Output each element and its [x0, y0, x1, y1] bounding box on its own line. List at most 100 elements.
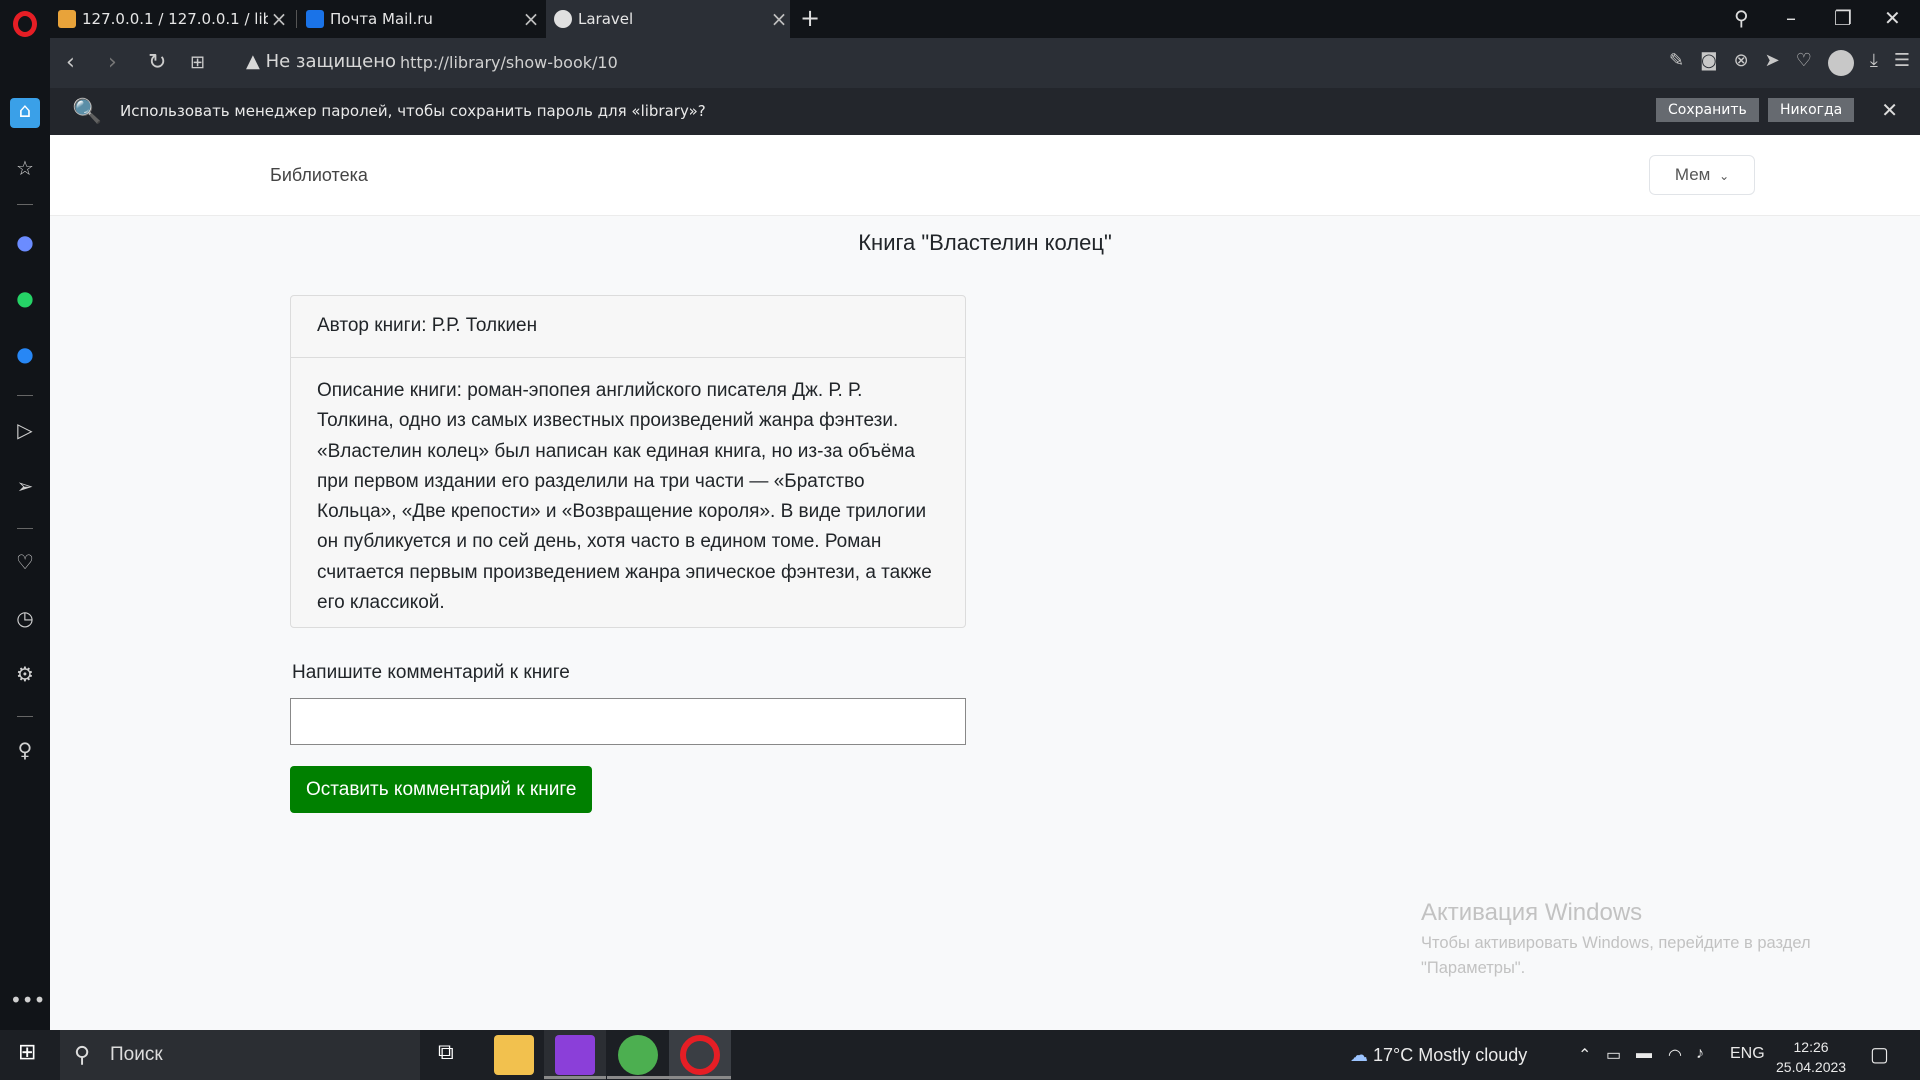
gear-icon[interactable]: ⚙ [10, 662, 40, 686]
search-tabs-icon[interactable]: ⚲ [1734, 6, 1749, 30]
address-bar: ‹ › ↻ ⊞ ▲ Не защищено http://library/sho… [50, 38, 1920, 88]
task-view-icon[interactable]: ⧉ [438, 1040, 454, 1065]
opera-logo-icon[interactable] [13, 11, 37, 37]
tab-mail[interactable]: Почта Mail.ru × [298, 0, 542, 38]
site-navbar: Библиотека Мем ⌄ [50, 135, 1920, 216]
running-indicator [607, 1076, 669, 1079]
tabs-grid-icon[interactable]: ⊞ [190, 52, 205, 73]
mail-icon [306, 10, 324, 28]
send-icon[interactable]: ➢ [10, 474, 40, 498]
download-icon[interactable]: ⤓ [1870, 50, 1878, 76]
tab-phpmyadmin[interactable]: 127.0.0.1 / 127.0.0.1 / library × [50, 0, 290, 38]
user-dropdown-button[interactable]: Мем ⌄ [1649, 155, 1755, 195]
activation-title: Активация Windows [1421, 899, 1643, 926]
heart-icon[interactable]: ♡ [1796, 50, 1812, 76]
phpstorm-icon[interactable] [555, 1035, 595, 1075]
minimize-icon[interactable]: – [1786, 6, 1796, 30]
user-name: Мем [1674, 165, 1711, 184]
time: 12:26 [1793, 1039, 1829, 1055]
tab-title: 127.0.0.1 / 127.0.0.1 / library [82, 10, 268, 28]
security-label: Не защищено [265, 51, 396, 72]
security-indicator[interactable]: ▲ Не защищено [246, 51, 396, 72]
profile-avatar-icon[interactable] [1827, 50, 1854, 76]
weather-widget[interactable]: ☁ 17°C Mostly cloudy [1350, 1045, 1527, 1066]
sidebar-divider [17, 716, 33, 717]
windows-activation-watermark: Активация Windows Чтобы активировать Win… [1421, 899, 1851, 981]
search-icon: ⚲ [74, 1042, 91, 1067]
save-password-button[interactable]: Сохранить [1656, 98, 1759, 122]
settings-sliders-icon[interactable]: ☰ [1894, 50, 1910, 76]
windows-start-icon[interactable]: ⊞ [18, 1040, 36, 1065]
home-icon[interactable]: ⌂ [10, 98, 40, 128]
tab-title: Laravel [578, 10, 634, 28]
speed-dial-icon[interactable]: ☆ [10, 156, 40, 180]
phpmyadmin-icon [58, 10, 76, 28]
warning-icon: ▲ [246, 51, 260, 72]
new-tab-button[interactable]: + [800, 4, 820, 32]
heart-icon[interactable]: ♡ [10, 550, 40, 574]
tab-laravel[interactable]: Laravel × [546, 0, 790, 38]
player-icon[interactable]: ▷ [10, 418, 40, 442]
url-field[interactable]: http://library/show-book/10 [400, 53, 618, 72]
comment-input[interactable] [290, 698, 966, 745]
file-explorer-icon[interactable] [494, 1035, 534, 1075]
date: 25.04.2023 [1776, 1059, 1847, 1075]
sidebar-divider [17, 204, 33, 205]
wifi-icon[interactable]: ◠ [1668, 1045, 1682, 1065]
weather-text: 17°C Mostly cloudy [1373, 1045, 1528, 1065]
history-icon[interactable]: ◷ [10, 606, 40, 630]
restore-icon[interactable]: ❐ [1834, 6, 1852, 30]
clock[interactable]: 12:26 25.04.2023 [1776, 1037, 1846, 1077]
tab-separator [296, 10, 297, 28]
address-bar-actions: ✎ ◙ ⊗ ➤ ♡ ⤓ ☰ [1669, 50, 1910, 76]
adblock-icon[interactable]: ⊗ [1734, 50, 1749, 76]
close-tab-icon[interactable]: × [768, 7, 790, 31]
taskbar-search[interactable]: ⚲ Поиск [60, 1030, 420, 1080]
camera-icon[interactable]: ◙ [1700, 50, 1717, 76]
notifications-icon[interactable]: ▢ [1870, 1042, 1889, 1067]
reload-icon[interactable]: ↻ [148, 50, 166, 75]
browser-tab-bar: 127.0.0.1 / 127.0.0.1 / library × Почта … [0, 0, 1920, 38]
forward-icon[interactable]: › [108, 50, 117, 75]
book-card: Автор книги: Р.Р. Толкиен Описание книги… [290, 295, 966, 628]
back-icon[interactable]: ‹ [66, 50, 75, 75]
search-placeholder: Поиск [110, 1044, 163, 1065]
web-page: Библиотека Мем ⌄ Книга "Властелин колец"… [50, 135, 1920, 1030]
key-icon: 🔍 [72, 97, 102, 125]
globe-icon [554, 10, 572, 28]
chevron-down-icon: ⌄ [1719, 169, 1730, 183]
send-icon[interactable]: ➤ [1765, 50, 1780, 76]
more-icon[interactable]: ••• [10, 988, 45, 1012]
opera-sidebar: ⌂ ☆ ● ● ● ▷ ➢ ♡ ◷ ⚙ ♀ ••• [0, 38, 50, 1030]
close-tab-icon[interactable]: × [268, 7, 290, 31]
battery-icon[interactable]: ▬ [1636, 1045, 1652, 1063]
close-window-icon[interactable]: ✕ [1884, 6, 1901, 30]
chrome-icon[interactable] [618, 1035, 658, 1075]
password-prompt: Использовать менеджер паролей, чтобы сох… [120, 102, 706, 120]
volume-icon[interactable]: ♪ [1696, 1045, 1704, 1063]
site-brand-link[interactable]: Библиотека [270, 165, 368, 186]
never-button[interactable]: Никогда [1768, 98, 1855, 122]
windows-taskbar: ⊞ ⚲ Поиск ⧉ ☁ 17°C Mostly cloudy ⌃ ▭ ▬ ◠… [0, 1030, 1920, 1080]
language-indicator[interactable]: ENG [1730, 1045, 1765, 1063]
book-author: Автор книги: Р.Р. Толкиен [291, 296, 965, 358]
sidebar-divider [17, 528, 33, 529]
vk-icon[interactable]: ● [10, 342, 40, 366]
activation-text: Чтобы активировать Windows, перейдите в … [1421, 934, 1811, 977]
running-indicator [544, 1076, 606, 1079]
edit-icon[interactable]: ✎ [1669, 50, 1684, 76]
comment-label: Напишите комментарий к книге [292, 662, 570, 683]
tab-title: Почта Mail.ru [330, 10, 433, 28]
page-title: Книга "Властелин колец" [858, 230, 1112, 255]
close-icon[interactable]: ✕ [1881, 98, 1898, 122]
close-tab-icon[interactable]: × [520, 7, 542, 31]
messenger-icon[interactable]: ● [10, 230, 40, 254]
lightbulb-icon[interactable]: ♀ [10, 738, 40, 762]
chevron-up-icon[interactable]: ⌃ [1578, 1045, 1591, 1065]
sidebar-divider [17, 395, 33, 396]
meet-icon[interactable]: ▭ [1606, 1045, 1621, 1065]
submit-comment-button[interactable]: Оставить комментарий к книге [290, 766, 593, 813]
opera-taskbar-icon[interactable] [680, 1035, 720, 1075]
password-manager-bar: 🔍 Использовать менеджер паролей, чтобы с… [50, 88, 1920, 135]
whatsapp-icon[interactable]: ● [10, 286, 40, 310]
